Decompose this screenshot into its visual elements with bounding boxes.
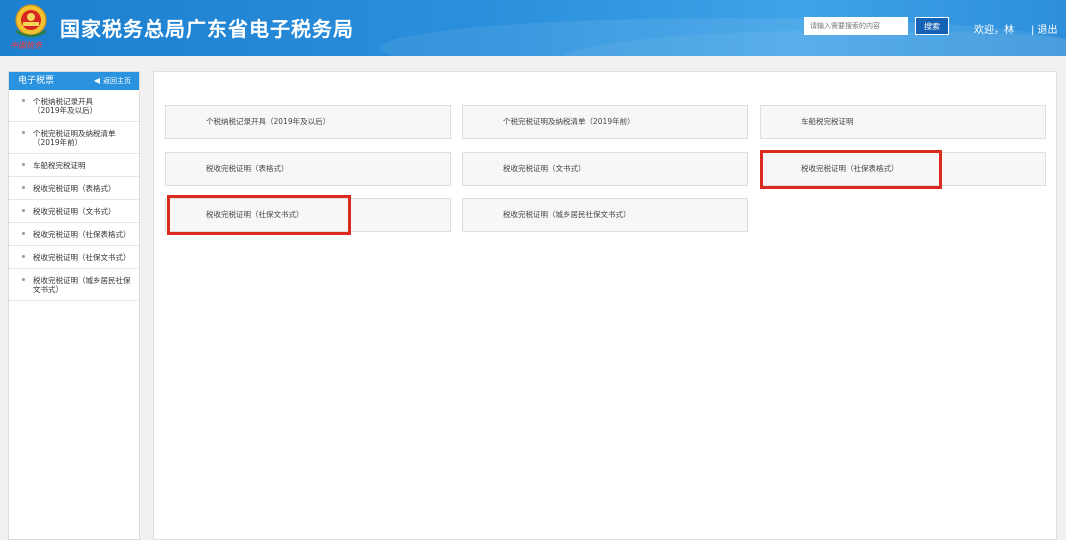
sidebar-header: 电子税票 ◀ 返回主页 [9,72,139,90]
sidebar-item-label: 税收完税证明（表格式） [33,184,116,193]
main-panel: 个税纳税记录开具（2019年及以后） 个税完税证明及纳税清单（2019年前） 车… [153,71,1057,540]
search-input[interactable] [804,17,908,35]
card-vehicle-tax[interactable]: 车船税完税证明 [760,105,1046,139]
sidebar-item-label: 税收完税证明（城乡居民社保文书式） [33,276,131,294]
sidebar-item-vehicle-tax[interactable]: 车船税完税证明 [9,154,139,177]
bullet-icon [22,186,25,189]
emblem-caption: 中国税务 [10,41,42,50]
sidebar-item-resident-social-document[interactable]: 税收完税证明（城乡居民社保文书式） [9,269,139,301]
return-home-label: 返回主页 [103,77,131,85]
card-table-format[interactable]: 税收完税证明（表格式） [165,152,451,186]
tax-emblem-icon [15,4,47,38]
sidebar: 电子税票 ◀ 返回主页 个税纳税记录开具 （2019年及以后） 个税完税证明及纳税… [8,71,140,540]
back-arrow-icon: ◀ [93,76,100,85]
highlight-box [167,195,351,235]
return-home-link[interactable]: ◀ 返回主页 [94,72,131,90]
card-personal-tax-record[interactable]: 个税纳税记录开具（2019年及以后） [165,105,451,139]
bullet-icon [22,232,25,235]
bullet-icon [22,278,25,281]
sidebar-item-social-document[interactable]: 税收完税证明（社保文书式） [9,246,139,269]
sidebar-item-label: 税收完税证明（社保文书式） [33,253,131,262]
card-document-format[interactable]: 税收完税证明（文书式） [462,152,748,186]
bullet-icon [22,131,25,134]
sidebar-title: 电子税票 [18,76,55,86]
sidebar-item-personal-tax-record[interactable]: 个税纳税记录开具 （2019年及以后） [9,90,139,122]
bullet-icon [22,99,25,102]
highlight-box [760,150,942,189]
sidebar-item-table-format[interactable]: 税收完税证明（表格式） [9,177,139,200]
sidebar-item-document-format[interactable]: 税收完税证明（文书式） [9,200,139,223]
sidebar-item-label: 个税纳税记录开具 （2019年及以后） [33,97,98,115]
top-header: 中国税务 国家税务总局广东省电子税务局 搜索 欢迎，林 | 退出 [0,0,1066,56]
card-resident-social-document[interactable]: 税收完税证明（城乡居民社保文书式） [462,198,748,232]
sidebar-item-personal-tax-certificate[interactable]: 个税完税证明及纳税清单 （2019年前） [9,122,139,154]
welcome-user-text: 欢迎，林 [974,25,1014,36]
bullet-icon [22,255,25,258]
sidebar-item-label: 税收完税证明（社保表格式） [33,230,131,239]
site-title: 国家税务总局广东省电子税务局 [60,17,354,41]
card-personal-tax-certificate[interactable]: 个税完税证明及纳税清单（2019年前） [462,105,748,139]
sidebar-item-label: 车船税完税证明 [33,161,86,170]
sidebar-item-social-table[interactable]: 税收完税证明（社保表格式） [9,223,139,246]
sidebar-item-label: 个税完税证明及纳税清单 （2019年前） [33,129,116,147]
bullet-icon [22,209,25,212]
logout-link[interactable]: | 退出 [1031,21,1058,36]
search-button[interactable]: 搜索 [915,17,949,35]
bullet-icon [22,163,25,166]
sidebar-item-label: 税收完税证明（文书式） [33,207,116,216]
